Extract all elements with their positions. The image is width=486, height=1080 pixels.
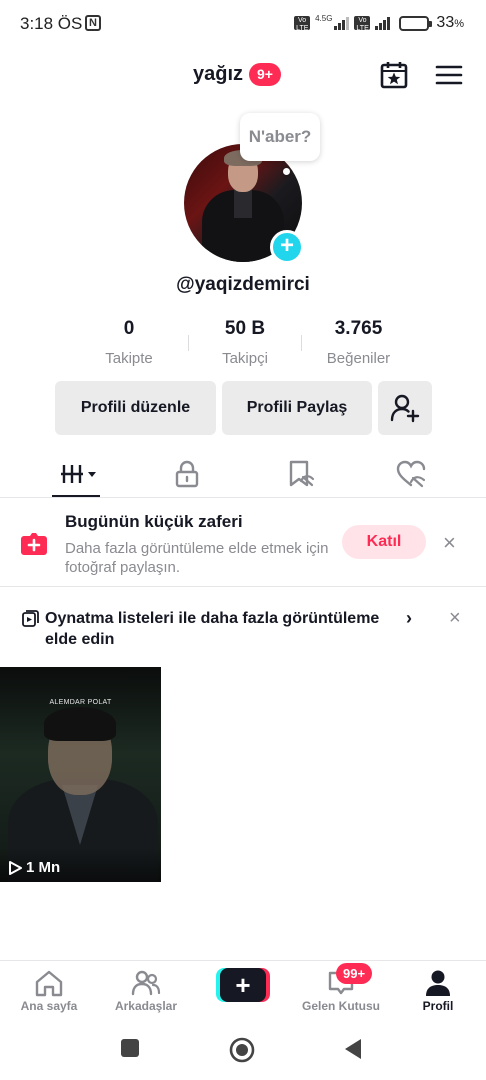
playlist-text: Oynatma listeleri ile daha fazla görüntü… (45, 610, 380, 648)
profile-icon (426, 970, 450, 996)
calendar-star-icon[interactable] (379, 60, 409, 90)
nav-label: Profil (422, 999, 454, 1013)
videos-grid-icon[interactable] (60, 459, 100, 489)
views-overlay (0, 848, 161, 882)
add-user-icon (390, 394, 420, 423)
nav-label: Ana sayfa (20, 999, 78, 1013)
battery-percent: 33% (436, 14, 464, 31)
inbox-badge: 99+ (336, 963, 373, 984)
stat-label: Takipçi (222, 350, 268, 367)
nav-home[interactable]: Ana sayfa (14, 961, 84, 1021)
bottom-nav: Ana sayfa Arkadaşlar + Gelen Kutusu Prof… (0, 960, 486, 1020)
view-count: 1 Mn (26, 859, 61, 876)
volte-icon-2: Vo LTE (354, 16, 371, 32)
recents-icon[interactable] (120, 1038, 140, 1058)
plus-icon[interactable]: + (270, 230, 304, 264)
photo-add-icon (21, 533, 47, 555)
bubble-tail (283, 168, 290, 175)
liked-heart-icon[interactable] (396, 459, 426, 489)
chevron-right-icon[interactable]: › (406, 608, 412, 629)
nfc-icon: N (85, 15, 101, 31)
lock-icon[interactable] (172, 459, 202, 489)
status-bubble[interactable]: N'aber? (240, 113, 320, 161)
home-button-icon[interactable] (229, 1037, 255, 1063)
profile-stats: 0 Takipte 50 B Takipçi 3.765 Beğeniler (70, 318, 415, 368)
create-plus-icon: + (220, 968, 266, 1002)
notification-badge: 9+ (249, 63, 281, 86)
promo-text: Daha fazla görüntüleme elde etmek için f… (65, 540, 329, 576)
system-nav-bar (0, 1020, 486, 1080)
account-switcher[interactable]: yağız (193, 63, 243, 86)
edit-profile-button[interactable]: Profili düzenle (55, 381, 216, 435)
playlist-icon (22, 610, 39, 627)
playlist-card[interactable]: Oynatma listeleri ile daha fazla görüntü… (0, 588, 486, 660)
profile-tabs (0, 450, 486, 498)
status-time: 3:18 ÖS (20, 14, 83, 33)
promo-card: Bugünün küçük zaferi Daha fazla görüntül… (0, 499, 486, 587)
signal-icon-2 (375, 16, 391, 30)
profile-header: yağız 9+ (0, 52, 486, 98)
nav-label: Arkadaşlar (114, 999, 178, 1013)
stat-label: Beğeniler (326, 350, 391, 367)
friends-icon (131, 970, 161, 996)
active-tab-indicator (52, 495, 100, 497)
volte-icon: Vo LTE (294, 16, 311, 32)
video-caption: ALEMDAR POLAT (49, 699, 112, 706)
nav-profile[interactable]: Profil (412, 961, 464, 1021)
close-icon[interactable]: × (449, 607, 461, 629)
video-thumbnail[interactable]: ALEMDAR POLAT 1 Mn (0, 667, 161, 882)
nav-friends[interactable]: Arkadaşlar (106, 961, 186, 1021)
promo-title: Bugünün küçük zaferi (65, 512, 243, 531)
signal-icon (334, 16, 350, 30)
back-icon[interactable] (343, 1038, 363, 1060)
network-type: 4.5G (315, 14, 333, 23)
stat-followers[interactable]: 50 B Takipçi (189, 318, 301, 368)
close-icon[interactable]: × (443, 532, 456, 554)
create-button[interactable]: + (216, 968, 270, 1002)
stat-value: 50 B (224, 318, 266, 339)
battery-icon (399, 15, 433, 31)
hamburger-menu-icon[interactable] (434, 60, 464, 90)
stat-following[interactable]: 0 Takipte (70, 318, 188, 368)
status-bar: 3:18 ÖS N Vo LTE 4.5G Vo LTE 33% (0, 0, 486, 48)
stat-label: Takipte (105, 350, 153, 367)
play-icon (9, 861, 22, 875)
join-button[interactable]: Katıl (342, 525, 426, 559)
home-icon (35, 970, 63, 997)
bookmark-icon[interactable] (286, 459, 316, 489)
stat-value: 3.765 (334, 318, 383, 339)
stat-value: 0 (123, 318, 135, 339)
status-indicators: Vo LTE 4.5G Vo LTE 33% (294, 14, 464, 32)
profile-handle: @yaqizdemirci (176, 274, 310, 295)
stat-likes[interactable]: 3.765 Beğeniler (302, 318, 415, 368)
add-friend-button[interactable] (378, 381, 432, 435)
nav-label: Gelen Kutusu (301, 999, 380, 1013)
share-profile-button[interactable]: Profili Paylaş (222, 381, 372, 435)
